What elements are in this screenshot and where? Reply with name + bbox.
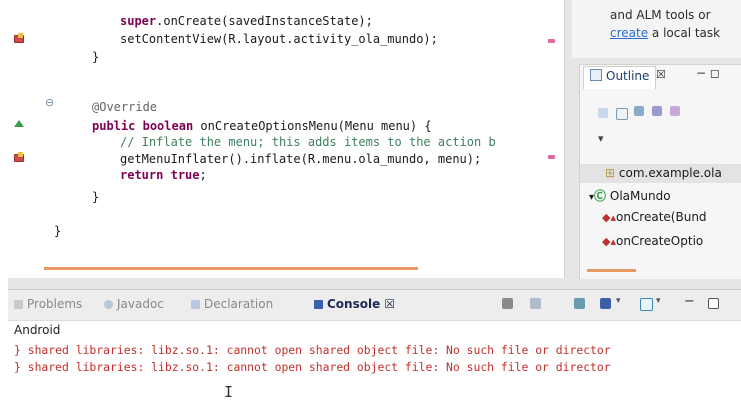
hide-nonpublic-icon[interactable] [670, 106, 680, 116]
tab-javadoc[interactable]: Javadoc [104, 297, 164, 311]
overview-ruler-mark[interactable] [548, 155, 555, 159]
keyword: super [120, 14, 157, 28]
package-icon: ⊞ [605, 166, 616, 180]
outline-horizontal-scrollbar[interactable] [587, 269, 636, 272]
declaration-icon [191, 300, 200, 309]
method-icon: ◆▴ [602, 235, 616, 248]
fold-collapse-icon[interactable]: ⊖ [45, 96, 54, 109]
keyword: public [92, 119, 136, 133]
hide-static-icon[interactable] [652, 106, 662, 116]
view-menu-icon[interactable]: ▾ [598, 132, 604, 145]
tree-item-method[interactable]: ◆▴onCreateOptio [602, 234, 703, 248]
close-icon[interactable]: ☒ [384, 297, 395, 311]
tree-label: onCreateOptio [615, 234, 704, 248]
tab-declaration[interactable]: Declaration [191, 297, 273, 311]
keyword: boolean [142, 119, 194, 133]
task-hint-text: a local task [648, 26, 721, 40]
tab-console[interactable]: Console ☒ [314, 297, 395, 311]
scroll-lock-icon[interactable] [530, 298, 541, 309]
method-signature-line: public boolean onCreateOptionsMenu(Menu … [92, 119, 432, 133]
task-hint-line: create a local task [610, 26, 720, 40]
outline-icon [590, 69, 602, 81]
code-text: .onCreate(savedInstanceState); [156, 14, 373, 28]
sort-icon[interactable] [616, 108, 628, 120]
tree-item-package[interactable]: ⊞ com.example.ola [605, 166, 722, 180]
tree-label: com.example.ola [618, 166, 722, 180]
tab-label: Console [327, 297, 381, 311]
code-line: setContentView(R.layout.activity_ola_mun… [120, 32, 438, 46]
class-icon: Ⓒ [594, 189, 607, 203]
dropdown-arrow-icon[interactable]: ▾ [656, 296, 661, 307]
console-error-line: } shared libraries: libz.so.1: cannot op… [14, 360, 611, 374]
keyword: true [170, 168, 200, 182]
console-icon [314, 300, 323, 309]
javadoc-icon [104, 300, 113, 309]
minimize-maximize-icon[interactable]: − ◻ [696, 66, 720, 80]
collapse-all-icon[interactable] [598, 108, 608, 118]
code-line: super.onCreate(savedInstanceState); [120, 14, 373, 28]
task-hint-line: and ALM tools or [610, 8, 711, 22]
hide-fields-icon[interactable] [634, 106, 644, 116]
tree-item-class[interactable]: ▾Ⓒ OlaMundo [589, 187, 671, 204]
dropdown-arrow-icon[interactable]: ▾ [616, 296, 621, 307]
tab-label: Declaration [204, 297, 274, 311]
override-marker-icon[interactable] [14, 120, 24, 127]
pin-console-icon[interactable] [574, 298, 585, 309]
minimize-icon[interactable]: − [684, 294, 695, 309]
console-error-line: } shared libraries: libz.so.1: cannot op… [14, 343, 611, 357]
close-icon[interactable]: ☒ [656, 68, 666, 81]
maximize-icon[interactable] [708, 298, 719, 309]
tab-label: Outline [606, 69, 650, 83]
overview-ruler-mark[interactable] [548, 39, 555, 43]
code-line: } [54, 224, 62, 238]
display-console-icon[interactable] [600, 298, 611, 309]
tab-label: Javadoc [117, 297, 164, 311]
annotation-line: @Override [92, 100, 158, 114]
code-line: } [92, 190, 100, 204]
tab-outline[interactable]: Outline [583, 66, 657, 89]
warning-marker-icon[interactable] [14, 152, 24, 162]
keyword: return [120, 168, 164, 182]
tab-problems[interactable]: Problems [14, 297, 82, 311]
method-icon: ◆▴ [602, 211, 616, 224]
return-line: return true; [120, 168, 207, 182]
code-line: } [92, 50, 100, 64]
tree-label: onCreate(Bund [615, 210, 707, 224]
text-cursor-icon: I [224, 383, 234, 401]
open-console-icon[interactable] [640, 298, 653, 311]
problems-icon [14, 300, 23, 309]
clear-console-icon[interactable] [502, 298, 513, 309]
tree-item-method[interactable]: ◆▴onCreate(Bund [602, 210, 707, 224]
code-text: ; [199, 168, 207, 182]
code-text: onCreateOptionsMenu(Menu menu) { [193, 119, 432, 133]
create-task-link[interactable]: create [610, 26, 648, 40]
code-line: getMenuInflater().inflate(R.menu.ola_mun… [120, 152, 482, 166]
warning-marker-icon[interactable] [14, 33, 24, 43]
tree-label: OlaMundo [609, 189, 671, 203]
tab-label: Problems [27, 297, 83, 311]
console-title: Android [14, 323, 61, 337]
comment-line: // Inflate the menu; this adds items to … [120, 135, 496, 149]
editor-horizontal-scrollbar[interactable] [44, 267, 418, 270]
